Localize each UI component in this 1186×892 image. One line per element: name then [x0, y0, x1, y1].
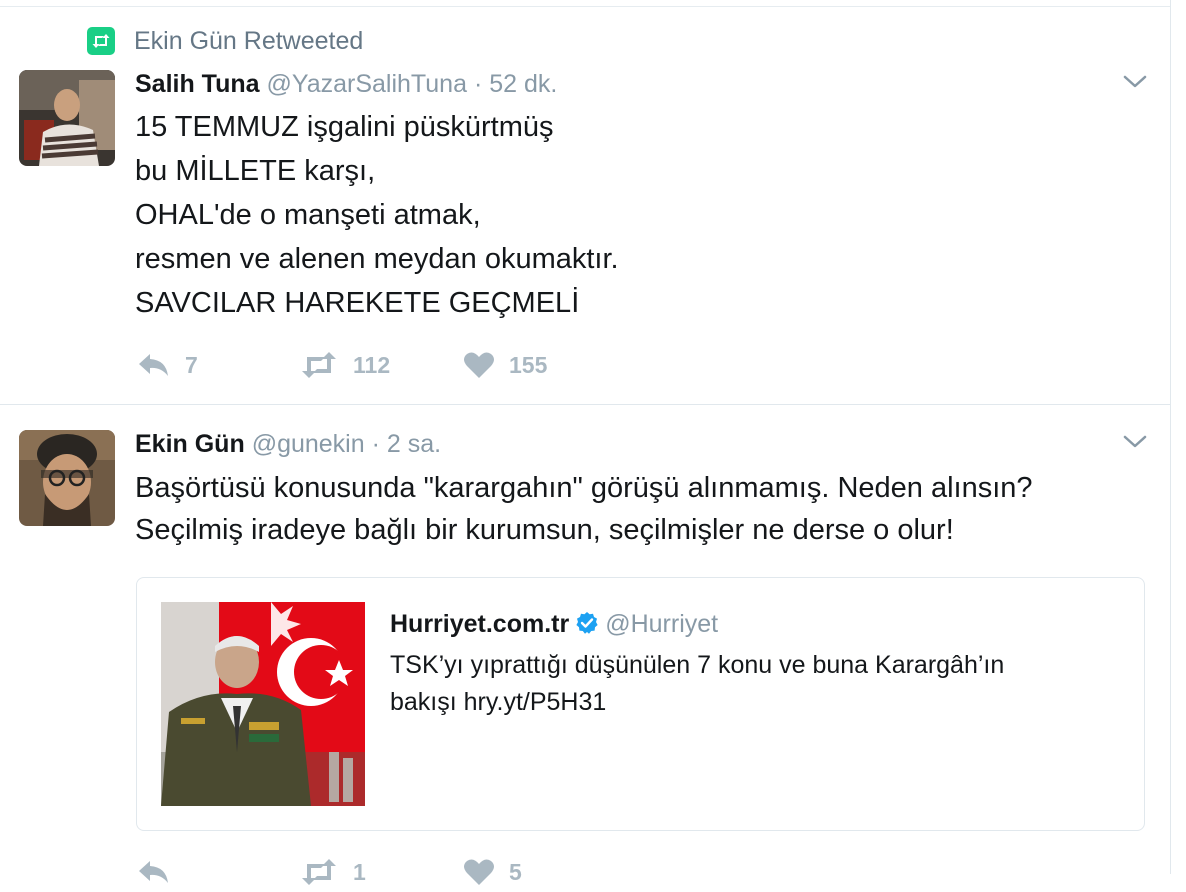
reply-icon: [139, 354, 168, 376]
tweet-text-line: SAVCILAR HAREKETE GEÇMELİ: [135, 287, 580, 319]
quoted-tweet-text-line: bakışı hry.yt/P5H31: [390, 688, 607, 716]
timeline-right-border: [1170, 0, 1171, 874]
retweet-button[interactable]: 112: [299, 345, 390, 385]
tweet-text-line: bu MİLLETE karşı,: [135, 155, 376, 187]
heart-icon: [464, 859, 494, 885]
avatar[interactable]: [19, 70, 115, 166]
reply-count: 7: [185, 351, 198, 378]
avatar[interactable]: [19, 430, 115, 526]
retweet-count: 112: [353, 351, 391, 378]
retweet-context: Ekin Gün Retweeted: [87, 26, 363, 56]
reply-icon: [139, 861, 168, 883]
tweet-text-line: OHAL'de o manşeti atmak,: [135, 199, 481, 231]
quoted-author-name[interactable]: Hurriyet.com.tr: [390, 610, 569, 638]
like-button[interactable]: 155: [463, 345, 547, 385]
tweet-header: Salih Tuna @YazarSalihTuna · 52 dk.: [135, 69, 557, 99]
author-handle[interactable]: @YazarSalihTuna: [267, 70, 467, 98]
retweet-icon: [302, 859, 336, 885]
tweet-timestamp[interactable]: · 52 dk.: [474, 70, 557, 98]
quoted-tweet-card[interactable]: Hurriyet.com.tr @Hurriyet TSK’yı yıpratt…: [136, 577, 1145, 831]
author-name[interactable]: Salih Tuna: [135, 70, 260, 98]
like-count: 5: [509, 858, 522, 885]
like-count: 155: [509, 351, 548, 378]
tweet-text-line: resmen ve alenen meydan okumaktır.: [135, 243, 619, 275]
heart-icon: [464, 352, 494, 378]
tweet-salih-tuna[interactable]: Ekin Gün Retweeted Salih Tuna @YazarSali…: [0, 0, 1170, 404]
chevron-down-icon[interactable]: [1122, 74, 1148, 90]
quoted-author-handle[interactable]: @Hurriyet: [605, 610, 718, 638]
retweet-button[interactable]: 1: [299, 852, 366, 892]
retweet-icon: [87, 27, 115, 55]
like-button[interactable]: 5: [463, 852, 522, 892]
tweet-text-line: 15 TEMMUZ işgalini püskürtmüş: [135, 111, 554, 143]
tweet-timestamp[interactable]: · 2 sa.: [372, 430, 441, 458]
chevron-down-icon[interactable]: [1122, 434, 1148, 450]
retweet-context-label[interactable]: Ekin Gün Retweeted: [134, 27, 363, 56]
quoted-tweet-image[interactable]: [161, 602, 365, 806]
verified-badge-icon: [576, 612, 598, 634]
quoted-tweet-text-line: TSK’yı yıprattığı düşünülen 7 konu ve bu…: [390, 651, 1005, 679]
retweet-count: 1: [353, 858, 366, 885]
tweet-text-line: Başörtüsü konusunda "karargahın" görüşü …: [135, 472, 1033, 504]
author-handle[interactable]: @gunekin: [252, 430, 365, 458]
retweet-icon: [302, 352, 336, 378]
quoted-tweet-header: Hurriyet.com.tr @Hurriyet: [390, 608, 718, 640]
reply-button[interactable]: [137, 852, 185, 892]
tweet-text-line: Seçilmiş iradeye bağlı bir kurumsun, seç…: [135, 514, 954, 546]
reply-button[interactable]: 7: [137, 345, 198, 385]
author-name[interactable]: Ekin Gün: [135, 430, 245, 458]
tweet-header: Ekin Gün @gunekin · 2 sa.: [135, 429, 441, 459]
